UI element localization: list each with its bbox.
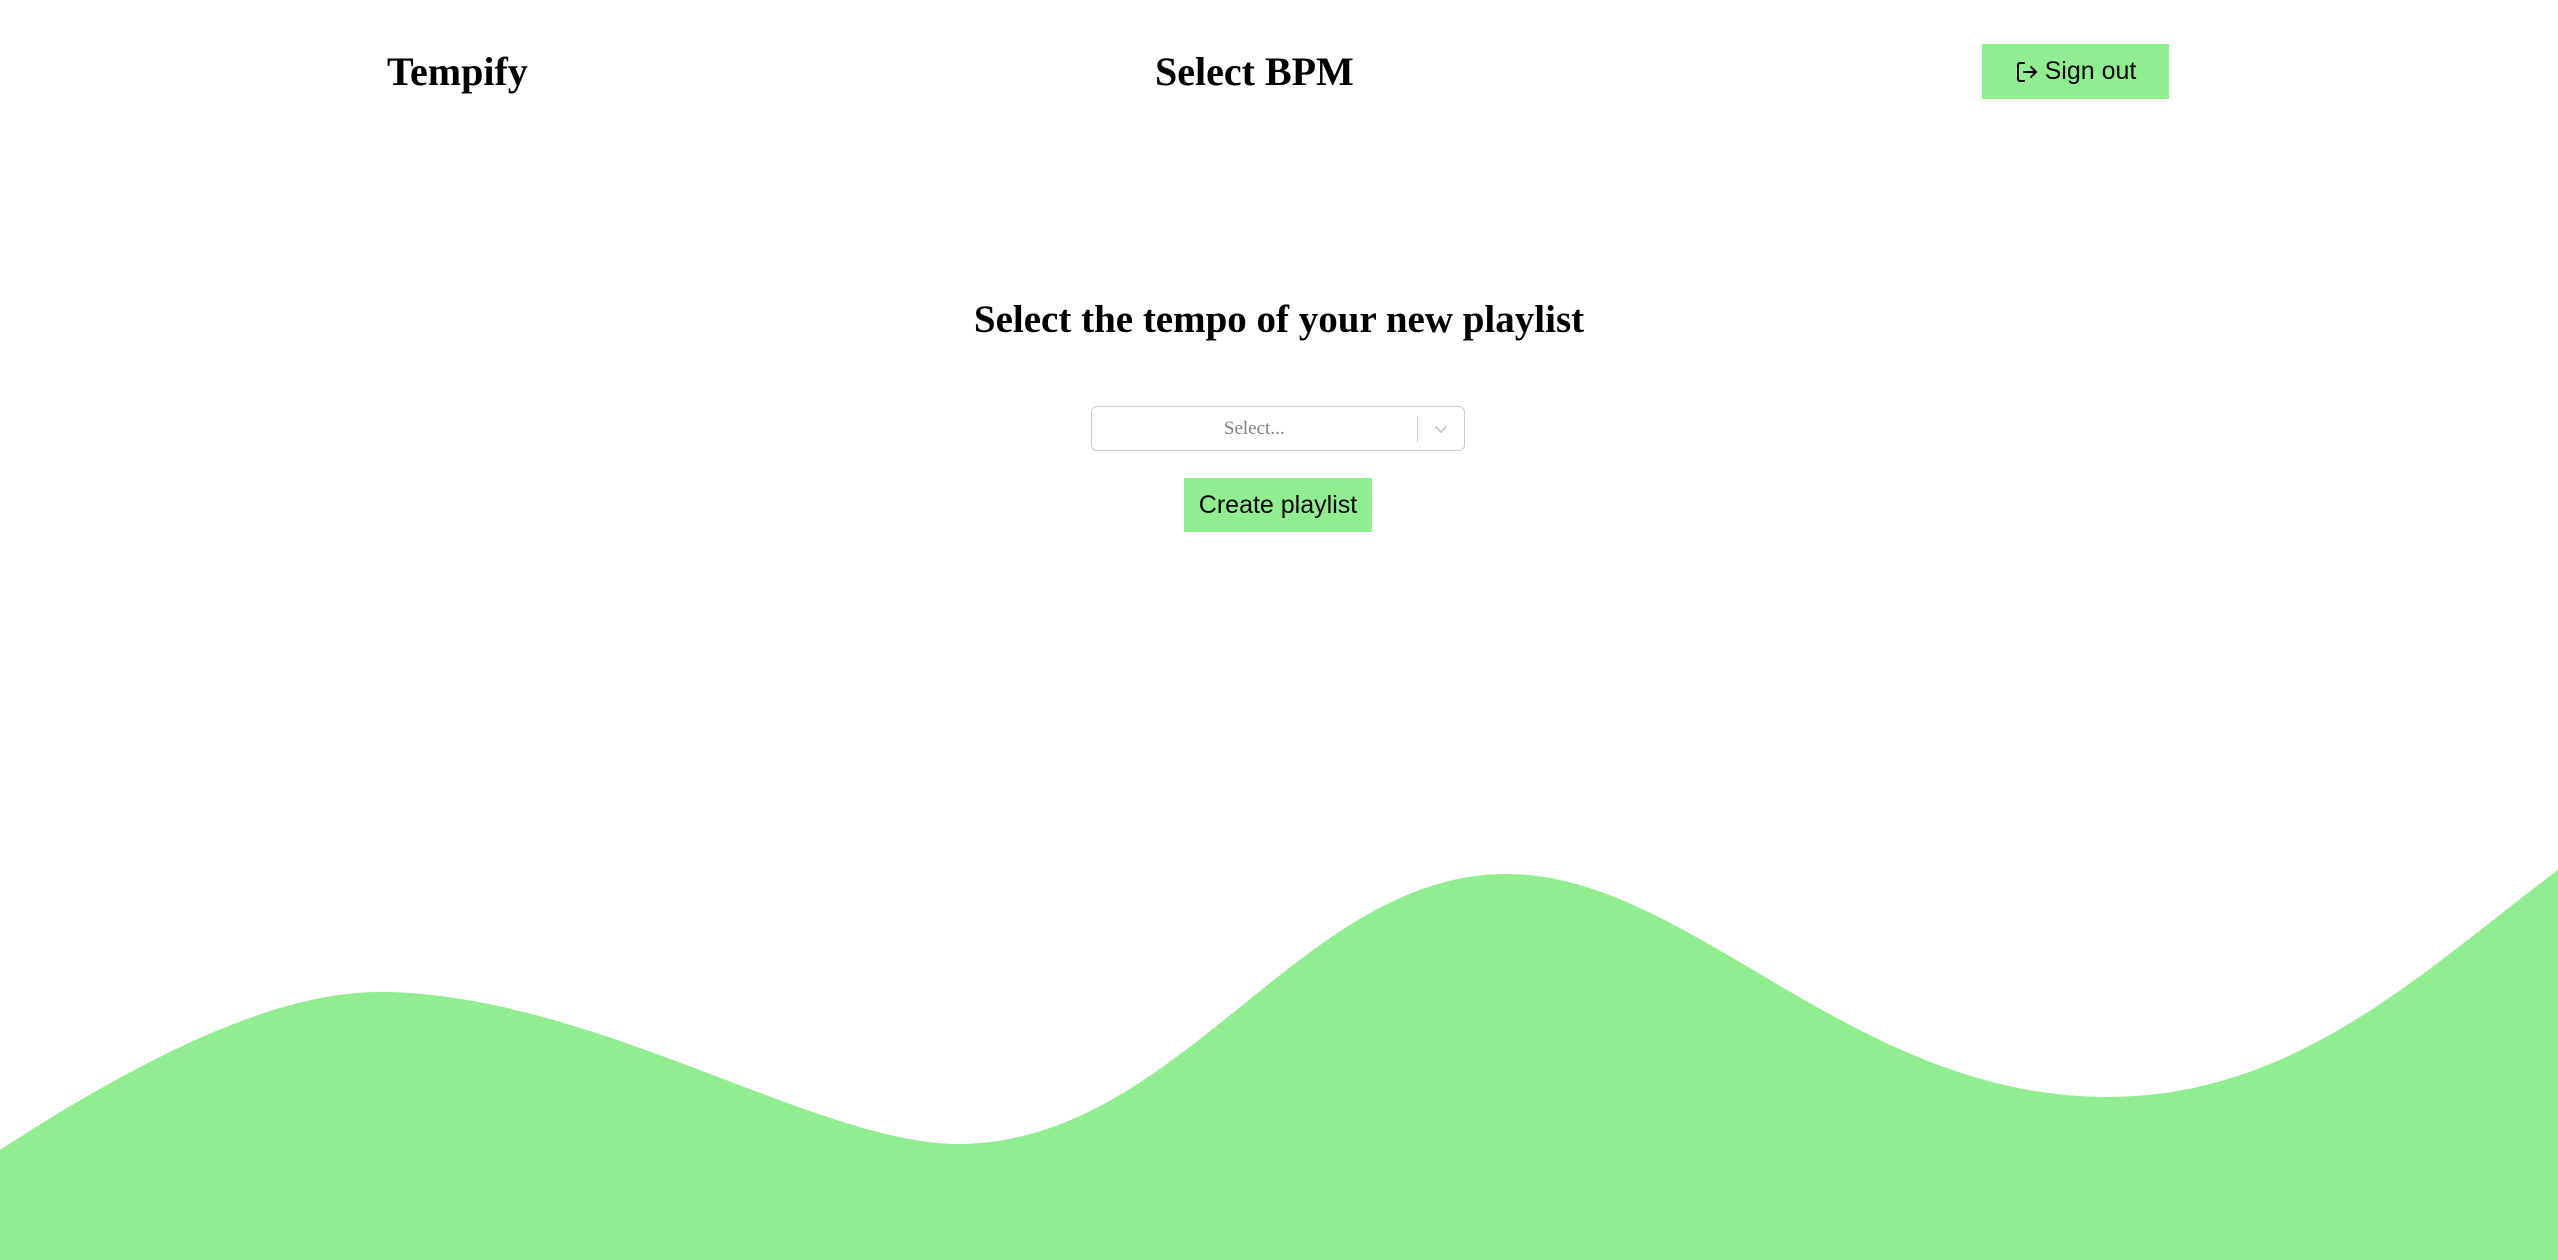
tempo-heading: Select the tempo of your new playlist [973,298,1585,341]
create-playlist-button[interactable]: Create playlist [1184,478,1372,532]
sign-out-button[interactable]: Sign out [1982,44,2169,99]
bpm-select[interactable]: Select... [1091,406,1465,451]
bpm-select-placeholder: Select... [1223,417,1285,439]
sign-out-label: Sign out [2044,57,2137,85]
page-title: Select BPM [1155,49,1354,94]
top-bar: Tempify Select BPM Sign out [0,0,2558,145]
app-logo: Tempify [387,49,528,94]
decorative-wave [0,870,2558,1260]
chevron-down-icon[interactable] [1418,419,1464,439]
sign-out-icon [2015,60,2039,84]
